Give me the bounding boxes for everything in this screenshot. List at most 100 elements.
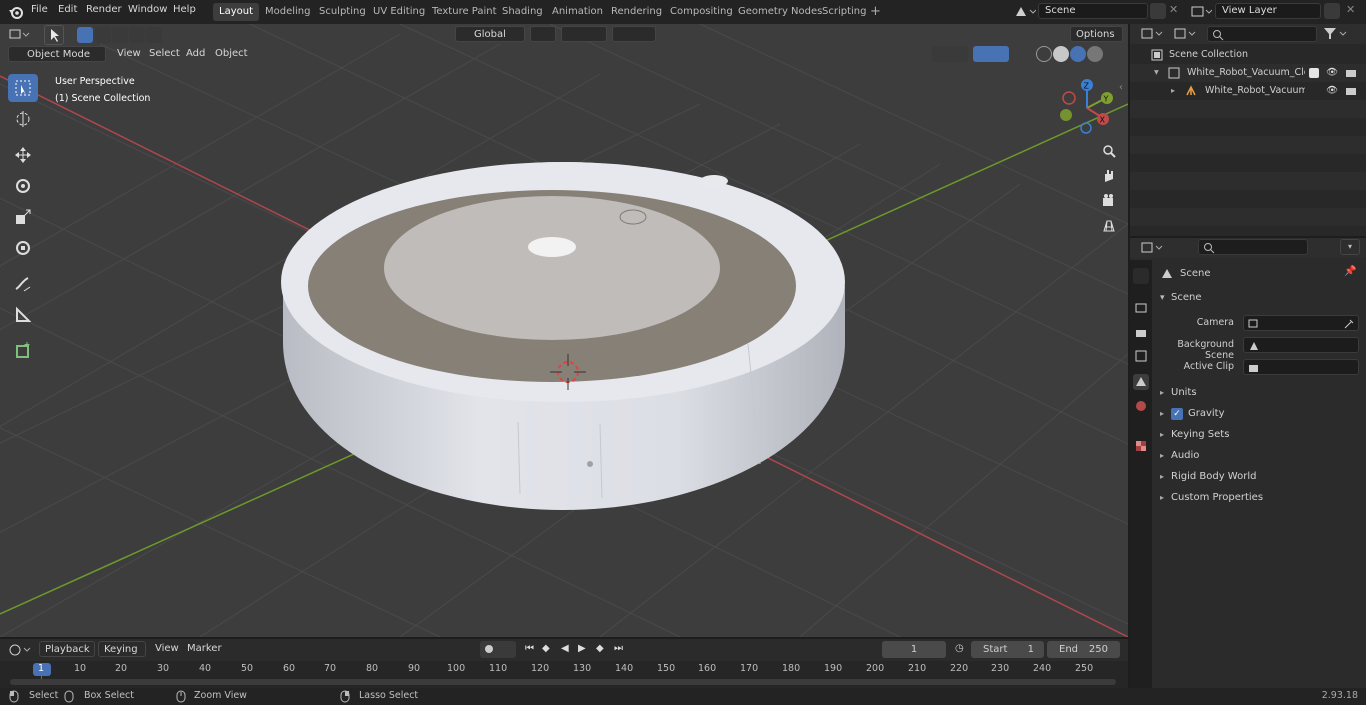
tool-move[interactable] (8, 141, 38, 169)
close-view-layer-icon[interactable]: ✕ (1346, 3, 1355, 16)
tab-shading[interactable]: Shading (496, 3, 549, 21)
active-clip-field[interactable] (1243, 359, 1359, 375)
current-frame-field[interactable]: 1 (882, 641, 946, 658)
close-scene-icon[interactable]: ✕ (1169, 3, 1178, 16)
menu-window[interactable]: Window (128, 4, 167, 15)
transform-orientation-dropdown[interactable]: Global (455, 26, 525, 42)
panel-rigid-body-world[interactable]: ▸ Rigid Body World (1152, 467, 1366, 487)
timeline-scrollbar[interactable] (10, 679, 1116, 685)
tab-scene-icon[interactable] (1133, 374, 1149, 390)
select-mode-intersect-icon[interactable] (146, 27, 162, 43)
options-dropdown[interactable]: Options (1070, 26, 1123, 42)
tab-rendering[interactable]: Rendering (605, 3, 668, 21)
tab-geometry-nodes[interactable]: Geometry Nodes (732, 3, 828, 21)
properties-editor-type-icon[interactable] (1141, 241, 1165, 255)
blender-logo-icon[interactable] (8, 4, 24, 20)
new-view-layer-icon[interactable] (1324, 3, 1340, 19)
editor-type-icon[interactable] (8, 27, 32, 43)
menu-view[interactable]: View (112, 46, 146, 62)
panel-gravity[interactable]: ▸ ✓ Gravity (1152, 404, 1366, 424)
pivot-point-dropdown[interactable] (530, 26, 556, 42)
eye-icon[interactable]: 👁 (1326, 64, 1338, 82)
tab-scripting[interactable]: Scripting (816, 3, 872, 21)
filter-icon[interactable] (1323, 27, 1349, 41)
eye-icon[interactable]: 👁 (1326, 82, 1338, 100)
tool-rotate[interactable] (8, 172, 38, 200)
navigation-gizmo[interactable]: Z Y X (1056, 78, 1118, 136)
add-workspace-icon[interactable]: + (870, 4, 881, 19)
camera-render-icon[interactable] (1345, 68, 1357, 78)
playback-dropdown[interactable]: Playback (39, 641, 95, 657)
preview-range-icon[interactable]: ◷ (955, 643, 964, 654)
tab-texture-paint[interactable]: Texture Paint (426, 3, 503, 21)
3d-viewport[interactable]: Global Options Object Mode View Select A… (0, 24, 1128, 637)
tab-texture-icon[interactable] (1133, 438, 1149, 454)
panel-custom-properties[interactable]: ▸ Custom Properties (1152, 488, 1366, 508)
background-scene-field[interactable] (1243, 337, 1359, 353)
scene-panel-title[interactable]: Scene (1171, 292, 1202, 303)
tab-view-layer-icon[interactable] (1133, 348, 1149, 364)
play-reverse-icon[interactable]: ◀ (561, 643, 569, 654)
camera-view-icon[interactable] (1098, 190, 1120, 212)
menu-file[interactable]: File (31, 4, 48, 15)
tab-render-icon[interactable] (1133, 300, 1149, 316)
zoom-view-icon[interactable] (1098, 140, 1120, 162)
timeline-menu-view[interactable]: View (150, 641, 184, 657)
pin-icon[interactable]: 📌 (1344, 266, 1356, 277)
perspective-toggle-icon[interactable] (1098, 215, 1120, 237)
tab-compositing[interactable]: Compositing (664, 3, 739, 21)
tab-modeling[interactable]: Modeling (259, 3, 317, 21)
view-layer-field[interactable]: View Layer (1215, 3, 1321, 19)
new-scene-icon[interactable] (1150, 3, 1166, 19)
panel-audio[interactable]: ▸ Audio (1152, 446, 1366, 466)
menu-edit[interactable]: Edit (58, 4, 77, 15)
end-frame-field[interactable]: End 250 (1047, 641, 1120, 658)
panel-expand-icon[interactable]: ▾ (1160, 293, 1165, 303)
sidebar-toggle-icon[interactable]: ‹ (1119, 82, 1123, 93)
tool-annotate[interactable] (8, 270, 38, 298)
tab-world-icon[interactable] (1133, 398, 1149, 414)
tool-cursor[interactable] (8, 105, 38, 133)
snapping-dropdown[interactable] (561, 26, 607, 42)
mode-dropdown[interactable]: Object Mode (8, 46, 106, 62)
gizmo-toggle-icon[interactable] (932, 46, 968, 62)
exclude-checkbox[interactable] (1309, 68, 1319, 78)
outliner-editor-type-icon[interactable] (1141, 27, 1165, 41)
frame-ruler[interactable]: 1 10 20 30 40 50 60 70 80 90 100 110 120… (0, 661, 1128, 688)
select-mode-invert-icon[interactable] (129, 27, 145, 43)
shading-rendered-icon[interactable] (1087, 46, 1103, 62)
visibility-dropdown[interactable] (902, 46, 928, 62)
tab-output-icon[interactable] (1133, 324, 1149, 340)
new-collection-icon[interactable] (1353, 27, 1365, 41)
timeline-menu-marker[interactable]: Marker (182, 641, 227, 657)
camera-field[interactable] (1243, 315, 1359, 331)
tab-layout[interactable]: Layout (213, 3, 259, 21)
menu-object[interactable]: Object (210, 46, 253, 62)
tool-select-box[interactable] (8, 74, 38, 102)
tab-sculpting[interactable]: Sculpting (313, 3, 372, 21)
select-mode-extend-icon[interactable] (95, 27, 111, 43)
auto-keying-toggle[interactable] (480, 641, 516, 658)
select-mode-subtract-icon[interactable] (112, 27, 128, 43)
play-icon[interactable]: ▶ (578, 643, 586, 654)
tool-add-cube[interactable] (8, 336, 38, 364)
outliner-row-vacuum-collection[interactable]: ▾ White_Robot_Vacuum_Cleane 👁 (1130, 64, 1366, 82)
menu-select[interactable]: Select (144, 46, 185, 62)
expand-arrow-icon[interactable]: ▾ (1154, 64, 1159, 82)
view-layer-icon[interactable] (1190, 4, 1212, 20)
select-mode-new-icon[interactable] (77, 27, 93, 43)
shading-material-icon[interactable] (1070, 46, 1086, 62)
camera-render-icon[interactable] (1345, 86, 1357, 96)
menu-add[interactable]: Add (181, 46, 210, 62)
tool-transform[interactable] (8, 234, 38, 262)
shading-solid-icon[interactable] (1053, 46, 1069, 62)
start-frame-field[interactable]: Start 1 (971, 641, 1044, 658)
gravity-checkbox[interactable]: ✓ (1171, 408, 1183, 420)
display-mode-icon[interactable] (1174, 27, 1198, 41)
timeline-editor-type-icon[interactable] (8, 642, 34, 658)
tab-animation[interactable]: Animation (546, 3, 609, 21)
pan-view-icon[interactable] (1098, 165, 1120, 187)
outliner-row-scene-collection[interactable]: Scene Collection (1130, 46, 1366, 64)
menu-help[interactable]: Help (173, 4, 196, 15)
jump-start-icon[interactable]: ⏮ (525, 643, 534, 654)
